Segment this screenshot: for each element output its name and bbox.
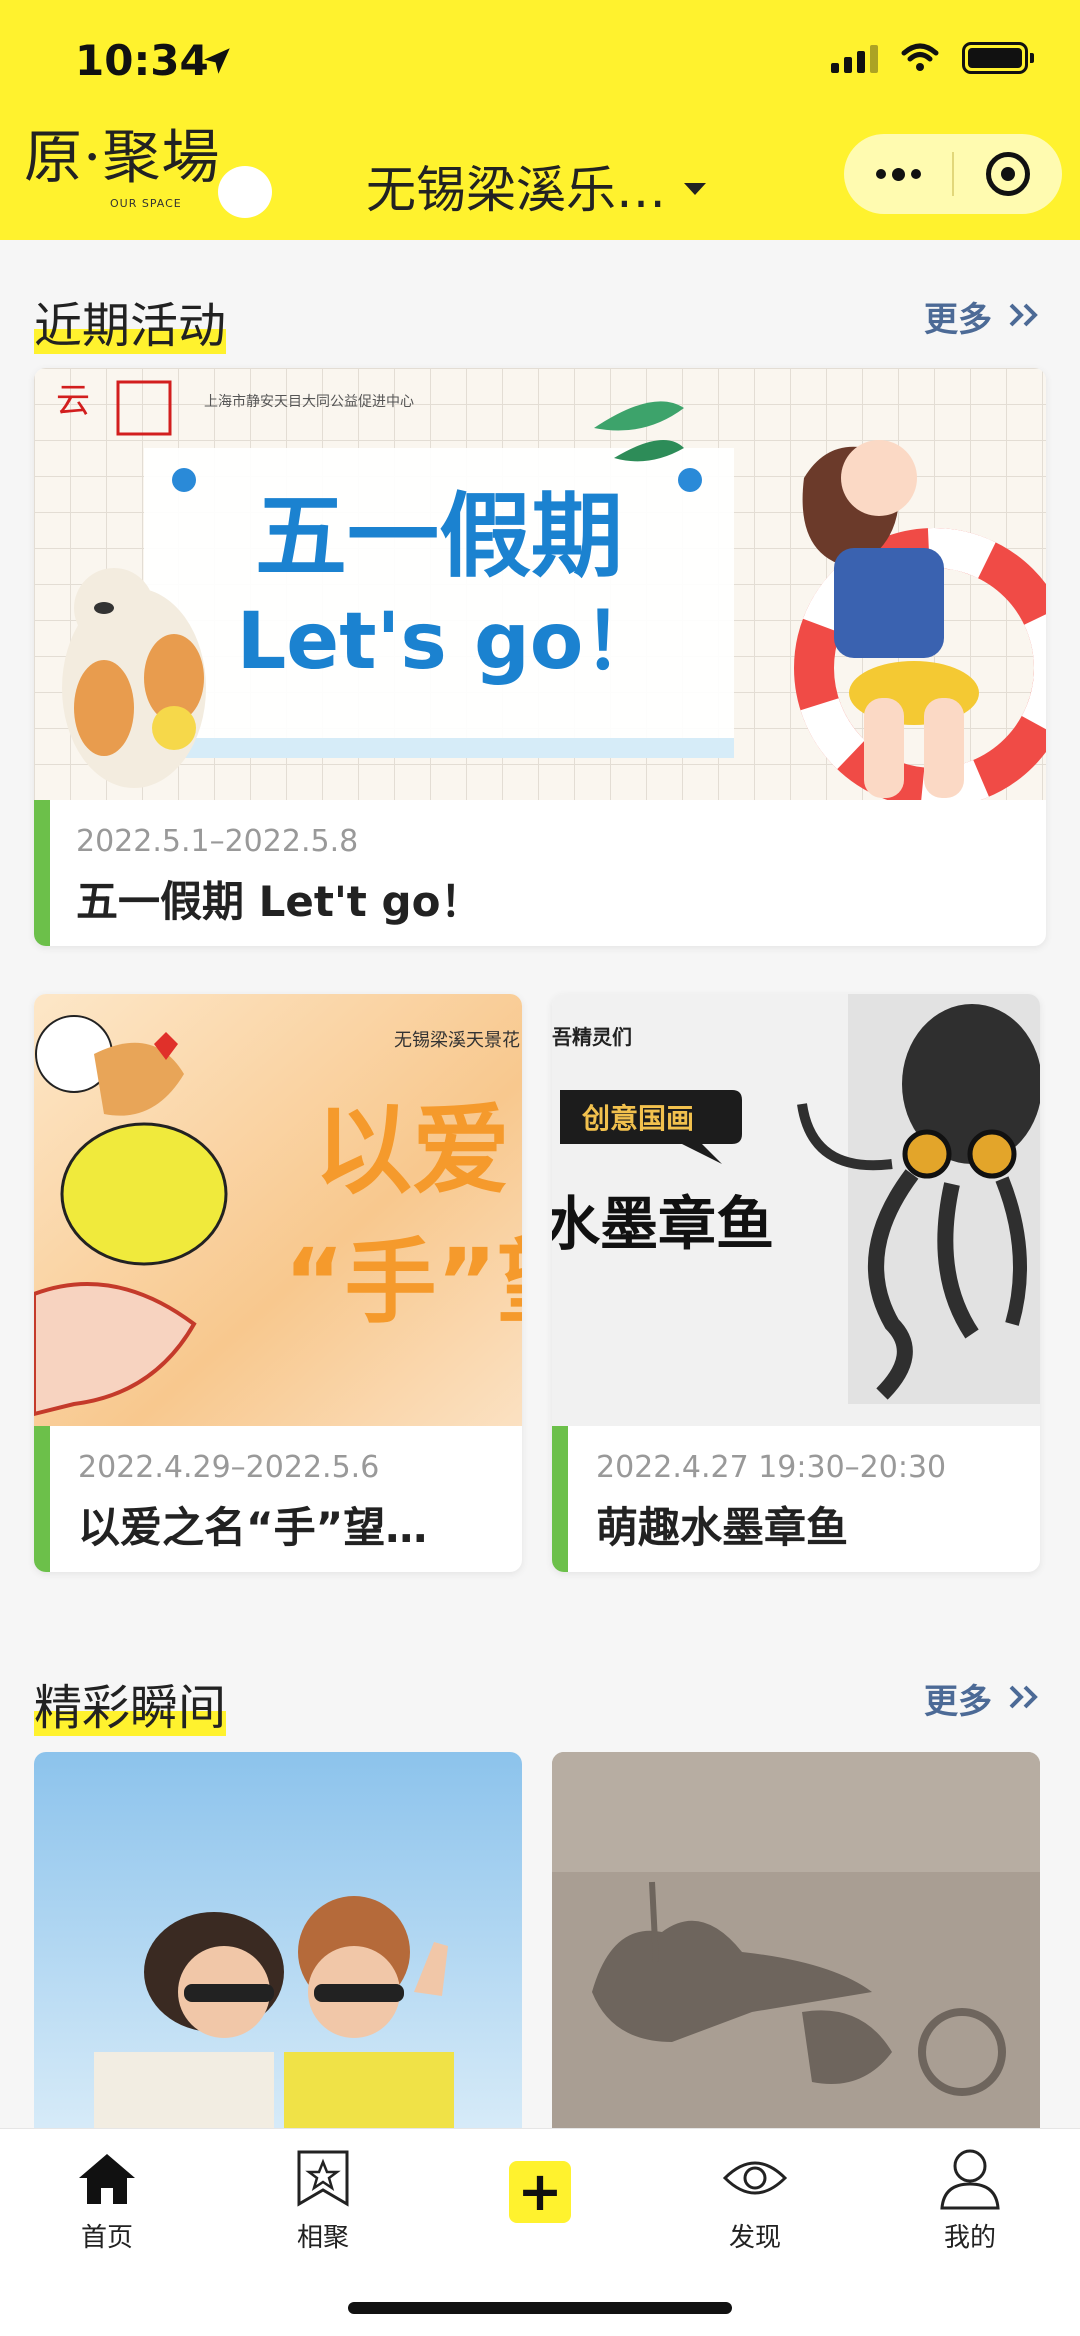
tab-home[interactable]: 首页 (47, 2143, 167, 2254)
miniprogram-capsule (844, 134, 1062, 214)
activity-title: 五一假期 Let't go！ (76, 877, 483, 926)
activity-date: 2022.4.27 19:30–20:30 (596, 1450, 947, 1485)
logo-subtitle: OUR SPACE (110, 197, 182, 210)
dot-icon (891, 167, 905, 181)
tab-create[interactable]: + (480, 2143, 600, 2223)
accent-bar (34, 1426, 50, 1572)
activity-banner-1: 云 上海市静安天目大同公益促进中心 五一假期 Let's go！ (34, 368, 1046, 800)
banner-org-text: 无锡梁溪天景花 (394, 1030, 520, 1051)
location-selector[interactable]: 无锡梁溪乐… (366, 150, 706, 222)
accent-bar (552, 1426, 568, 1572)
more-options-button[interactable] (844, 134, 952, 214)
activity-card-1[interactable]: 云 上海市静安天目大同公益促进中心 五一假期 Let's go！ 2022.5.… (34, 368, 1046, 946)
location-label: 无锡梁溪乐… (366, 161, 666, 219)
banner-headline: 水墨章鱼 (552, 1190, 774, 1258)
user-icon (935, 2143, 1005, 2213)
logo-badge (218, 166, 272, 218)
location-arrow-icon (204, 48, 230, 74)
banner-tag: 创意国画 (581, 1102, 694, 1135)
more-link-moments[interactable]: 更多 (924, 1674, 1040, 1723)
banner-logo-mark: 云 (56, 381, 90, 421)
more-label: 更多 (924, 1682, 992, 1722)
app-logo: 原·聚場 (24, 123, 221, 191)
status-time: 10:34 (75, 36, 209, 85)
target-icon (986, 152, 1030, 196)
moment-photo-1[interactable] (34, 1752, 522, 2132)
tab-label: 首页 (80, 2223, 133, 2253)
activity-card-2[interactable]: 无锡梁溪天景花 以爱 “手”望 2022.4.29–2022.5.6 以爱之名“… (34, 994, 522, 1572)
moment-photo-image (552, 1752, 1040, 2132)
chevron-down-icon (684, 183, 706, 195)
wifi-icon (901, 43, 939, 71)
dot-icon (910, 169, 921, 179)
tab-label: 我的 (943, 2223, 996, 2253)
banner-line-1: 以爱 (314, 1094, 510, 1208)
activity-date: 2022.4.29–2022.5.6 (78, 1450, 380, 1485)
activity-card-3[interactable]: 吾精灵们 创意国画 水墨章鱼 2022.4.27 19:30–20:30 萌趣水… (552, 994, 1040, 1572)
moment-photo-image (34, 1752, 522, 2132)
activity-banner-2: 无锡梁溪天景花 以爱 “手”望 (34, 994, 522, 1426)
more-link-recent[interactable]: 更多 (924, 292, 1040, 341)
accent-bar (34, 800, 50, 946)
tab-label: 相聚 (296, 2223, 349, 2253)
cellular-signal-icon (831, 43, 878, 73)
home-indicator (348, 2302, 732, 2314)
home-icon (72, 2143, 142, 2213)
tab-label: 发现 (728, 2223, 781, 2253)
battery-icon (962, 42, 1034, 74)
double-chevron-right-icon (1008, 297, 1040, 337)
banner-org-text: 上海市静安天目大同公益促进中心 (204, 393, 414, 410)
activity-title: 以爱之名“手”望… (78, 1503, 428, 1552)
moment-photo-2[interactable] (552, 1752, 1040, 2132)
plus-icon: + (509, 2161, 571, 2223)
banner-headline: 五一假期 (255, 483, 623, 590)
tab-mine[interactable]: 我的 (910, 2143, 1030, 2254)
bookmark-star-icon (288, 2143, 358, 2213)
section-title-moments: 精彩瞬间 (34, 1680, 227, 1736)
tab-discover[interactable]: 发现 (695, 2143, 815, 2254)
tab-gather[interactable]: 相聚 (263, 2143, 383, 2254)
double-chevron-right-icon (1008, 1679, 1040, 1719)
banner-subline: Let's go！ (237, 597, 662, 687)
eye-icon (720, 2143, 790, 2213)
dot-icon (875, 169, 886, 179)
app-header: 10:34 原·聚場 OUR SPACE 无锡梁溪乐… (0, 0, 1080, 240)
section-title-recent: 近期活动 (34, 298, 227, 354)
status-indicators (831, 42, 1034, 74)
activity-title: 萌趣水墨章鱼 (596, 1503, 849, 1552)
activity-banner-3: 吾精灵们 创意国画 水墨章鱼 (552, 994, 1040, 1426)
close-miniprogram-button[interactable] (954, 134, 1062, 214)
activity-date: 2022.5.1–2022.5.8 (76, 824, 359, 859)
banner-top-text: 吾精灵们 (552, 1025, 632, 1049)
more-label: 更多 (924, 300, 992, 340)
banner-line-2: “手”望 (284, 1229, 522, 1336)
